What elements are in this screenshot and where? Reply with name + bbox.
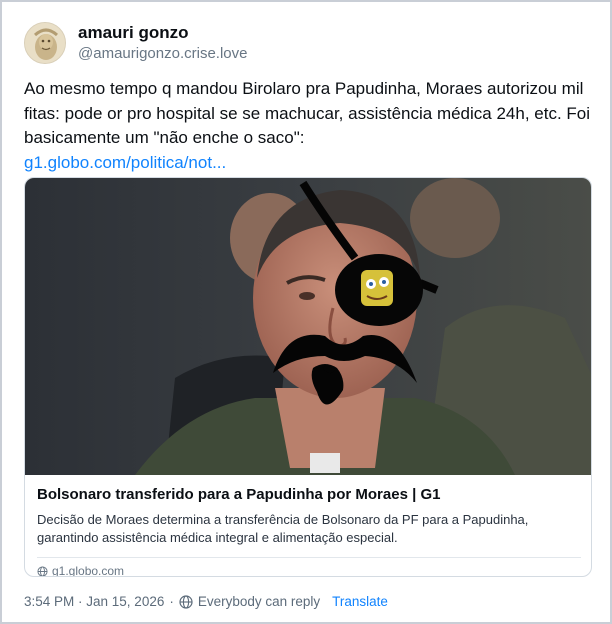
avatar-image: [25, 23, 65, 63]
link-card-description: Decisão de Moraes determina a transferên…: [37, 512, 529, 545]
post-body: Ao mesmo tempo q mandou Birolaro pra Pap…: [24, 77, 592, 175]
link-card-image[interactable]: [25, 178, 591, 475]
post-footer: 3:54 PM · Jan 15, 2026 · Everybody can r…: [24, 594, 388, 609]
globe-icon: [179, 594, 193, 609]
globe-icon: [37, 565, 48, 576]
photo-image: [25, 178, 591, 475]
reply-setting[interactable]: Everybody can reply: [179, 594, 320, 609]
author-display-name[interactable]: amauri gonzo: [78, 22, 247, 44]
link-card-divider: [37, 557, 581, 558]
link-card-domain: g1.globo.com: [52, 564, 125, 577]
author-handle[interactable]: @amaurigonzo.crise.love: [78, 44, 247, 64]
translate-button[interactable]: Translate: [332, 594, 388, 609]
reply-setting-label: Everybody can reply: [197, 594, 321, 609]
link-card-body: Bolsonaro transferido para a Papudinha p…: [25, 475, 591, 577]
avatar[interactable]: [24, 22, 66, 64]
link-card-title[interactable]: Bolsonaro transferido para a Papudinha p…: [37, 485, 581, 505]
link-card-domain-row: g1.globo.com: [37, 564, 581, 577]
post-header: amauri gonzo @amaurigonzo.crise.love: [24, 22, 247, 64]
link-card[interactable]: Bolsonaro transferido para a Papudinha p…: [24, 177, 592, 577]
post-container: amauri gonzo @amaurigonzo.crise.love Ao …: [0, 0, 612, 624]
post-text: Ao mesmo tempo q mandou Birolaro pra Pap…: [24, 79, 591, 147]
separator-dot: ·: [169, 594, 174, 609]
post-timestamp[interactable]: 3:54 PM · Jan 15, 2026: [24, 594, 164, 609]
post-link[interactable]: g1.globo.com/politica/not...: [24, 151, 592, 176]
